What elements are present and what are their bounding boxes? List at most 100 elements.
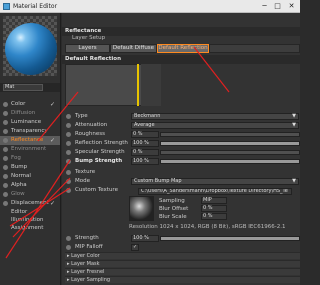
animate-dot-icon[interactable]: [66, 141, 71, 146]
section-label: Layer Mask: [71, 261, 100, 267]
type-label: Type: [75, 113, 88, 119]
animate-dot-icon[interactable]: [66, 150, 71, 155]
reflection-strength-slider[interactable]: [160, 141, 300, 146]
channel-dot-icon: [3, 129, 8, 134]
slider-fill: [161, 237, 299, 240]
channel-checkbox[interactable]: ✓: [50, 101, 55, 108]
channel-fog[interactable]: Fog: [0, 154, 60, 163]
section-layer-fresnel[interactable]: ▸ Layer Fresnel: [65, 268, 300, 275]
specular-strength-label: Specular Strength: [75, 149, 125, 155]
mip-falloff-label: MIP Falloff: [75, 244, 103, 250]
type-select[interactable]: Beckmann ▼: [131, 113, 299, 120]
channel-reflectance[interactable]: Reflectance ✓: [0, 136, 60, 145]
channel-alpha[interactable]: Alpha: [0, 181, 60, 190]
reflection-graph-shade: [141, 64, 161, 106]
channel-assignment[interactable]: Assignment: [0, 224, 60, 233]
type-value: Beckmann: [134, 113, 161, 119]
material-preview[interactable]: [3, 16, 57, 76]
resolution-info: Resolution 1024 x 1024, RGB (8 Bit), sRG…: [129, 224, 286, 230]
texture-row: Texture: [64, 168, 300, 177]
strength-row: Strength 100 %: [64, 234, 300, 243]
animate-dot-icon[interactable]: [66, 245, 71, 250]
bump-strength-row: Bump Strength 100 %: [64, 157, 300, 166]
animate-dot-icon[interactable]: [66, 188, 71, 193]
blur-offset-input[interactable]: 0 %: [201, 205, 227, 212]
specular-strength-slider[interactable]: [160, 150, 300, 155]
section-label: Layer Color: [71, 253, 100, 259]
channel-label: Illumination: [11, 217, 44, 223]
texture-thumbnail[interactable]: [129, 196, 154, 221]
blur-scale-input[interactable]: 0 %: [201, 213, 227, 220]
channel-label: Normal: [11, 173, 31, 179]
channel-label: Luminance: [11, 119, 42, 125]
channel-dot-icon: [3, 156, 8, 161]
tab-default-reflection[interactable]: Default Reflection: [157, 44, 209, 53]
slider-fill: [161, 142, 299, 145]
reflection-strength-row: Reflection Strength 100 %: [64, 139, 300, 148]
channel-luminance[interactable]: Luminance: [0, 118, 60, 127]
channel-transparency[interactable]: Transparency: [0, 127, 60, 136]
channel-label: Editor: [11, 209, 28, 215]
channel-label: Assignment: [11, 225, 44, 231]
animate-dot-icon[interactable]: [66, 179, 71, 184]
animate-dot-icon[interactable]: [66, 132, 71, 137]
specular-strength-input[interactable]: 0 %: [131, 149, 159, 156]
chevron-down-icon: ▼: [292, 113, 296, 119]
channel-checkbox[interactable]: ✓: [50, 200, 55, 207]
bump-strength-label: Bump Strength: [75, 158, 123, 164]
animate-dot-icon[interactable]: [66, 236, 71, 241]
material-name-field[interactable]: Mat: [3, 84, 43, 91]
mode-select[interactable]: Custom Bump Map ▼: [131, 178, 299, 185]
channel-label: Environment: [11, 146, 47, 152]
tab-default-diffuse[interactable]: Default Diffuse: [110, 44, 157, 53]
bump-strength-slider[interactable]: [160, 159, 300, 164]
animate-dot-icon[interactable]: [66, 159, 71, 164]
channel-normal[interactable]: Normal: [0, 172, 60, 181]
section-layer-color[interactable]: ▸ Layer Color: [65, 252, 300, 259]
sampling-select[interactable]: MIP: [201, 197, 227, 204]
channel-label: Fog: [11, 155, 21, 161]
channel-label: Diffusion: [11, 110, 36, 116]
app-icon: [3, 3, 10, 10]
channel-displacement[interactable]: Displacement ✓: [0, 199, 60, 208]
tab-layers[interactable]: Layers: [65, 44, 110, 53]
mip-falloff-checkbox[interactable]: ✓: [131, 244, 139, 251]
channel-dot-icon: [3, 183, 8, 188]
preview-sphere: [5, 23, 57, 75]
channel-label: Bump: [11, 164, 28, 170]
specular-strength-row: Specular Strength 0 %: [64, 148, 300, 157]
animate-dot-icon[interactable]: [66, 123, 71, 128]
section-default-reflection[interactable]: Default Reflection: [62, 55, 300, 64]
channel-checkbox[interactable]: ✓: [50, 137, 55, 144]
channel-label: Color: [11, 101, 26, 107]
mode-label: Mode: [75, 178, 90, 184]
channel-diffusion[interactable]: Diffusion: [0, 109, 60, 118]
close-button[interactable]: ✕: [284, 1, 299, 11]
animate-dot-icon[interactable]: [66, 170, 71, 175]
attenuation-select[interactable]: Average ▼: [131, 122, 299, 129]
channel-dot-icon: [3, 165, 8, 170]
custom-texture-path-field[interactable]: C:\Users\A_Sandersmann\Dropbox\Texture D…: [138, 188, 292, 195]
section-layer-mask[interactable]: ▸ Layer Mask: [65, 260, 300, 267]
section-layer-sampling[interactable]: ▸ Layer Sampling: [65, 276, 300, 283]
channel-bump[interactable]: Bump: [0, 163, 60, 172]
channel-environment[interactable]: Environment: [0, 145, 60, 154]
animate-dot-icon[interactable]: [66, 114, 71, 119]
roughness-row: Roughness 0 %: [64, 130, 300, 139]
channel-label: Glow: [11, 191, 25, 197]
maximize-button[interactable]: □: [271, 1, 284, 11]
slider-fill: [161, 160, 299, 163]
section-label: Layer Sampling: [71, 277, 111, 283]
strength-input[interactable]: 100 %: [131, 235, 159, 242]
roughness-slider[interactable]: [160, 132, 300, 137]
channel-color[interactable]: Color ✓: [0, 100, 60, 109]
channel-glow[interactable]: Glow: [0, 190, 60, 199]
channel-dot-icon: [3, 192, 8, 197]
reflection-strength-input[interactable]: 100 %: [131, 140, 159, 147]
channel-label: Transparency: [11, 128, 48, 134]
roughness-input[interactable]: 0 %: [131, 131, 159, 138]
minimize-button[interactable]: ─: [258, 1, 271, 11]
bump-strength-input[interactable]: 100 %: [131, 158, 159, 165]
strength-slider[interactable]: [160, 236, 300, 241]
tab-bar-filler: [209, 44, 300, 53]
